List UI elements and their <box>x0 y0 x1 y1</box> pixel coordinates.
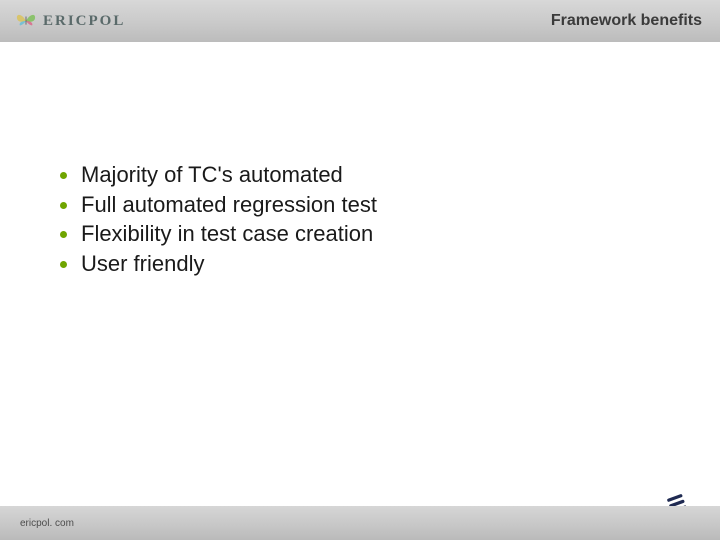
list-item: Flexibility in test case creation <box>60 219 377 249</box>
list-item-text: Flexibility in test case creation <box>81 219 373 249</box>
ericpol-logo: ERICPOL <box>14 12 125 30</box>
bullet-icon <box>60 172 67 179</box>
bullet-icon <box>60 202 67 209</box>
footer-url: ericpol. com <box>20 518 74 529</box>
footer-bar: ericpol. com <box>0 506 720 540</box>
bullet-icon <box>60 261 67 268</box>
list-item-text: User friendly <box>81 249 204 279</box>
bullet-list: Majority of TC's automated Full automate… <box>60 160 377 279</box>
list-item: User friendly <box>60 249 377 279</box>
list-item-text: Full automated regression test <box>81 190 377 220</box>
ericpol-logo-text: ERICPOL <box>43 13 125 30</box>
list-item: Full automated regression test <box>60 190 377 220</box>
bullet-icon <box>60 231 67 238</box>
header-bar: ERICPOL Framework benefits <box>0 0 720 42</box>
slide-title: Framework benefits <box>551 12 702 30</box>
butterfly-icon <box>15 12 37 30</box>
list-item-text: Majority of TC's automated <box>81 160 343 190</box>
list-item: Majority of TC's automated <box>60 160 377 190</box>
content-area: Majority of TC's automated Full automate… <box>60 160 377 279</box>
